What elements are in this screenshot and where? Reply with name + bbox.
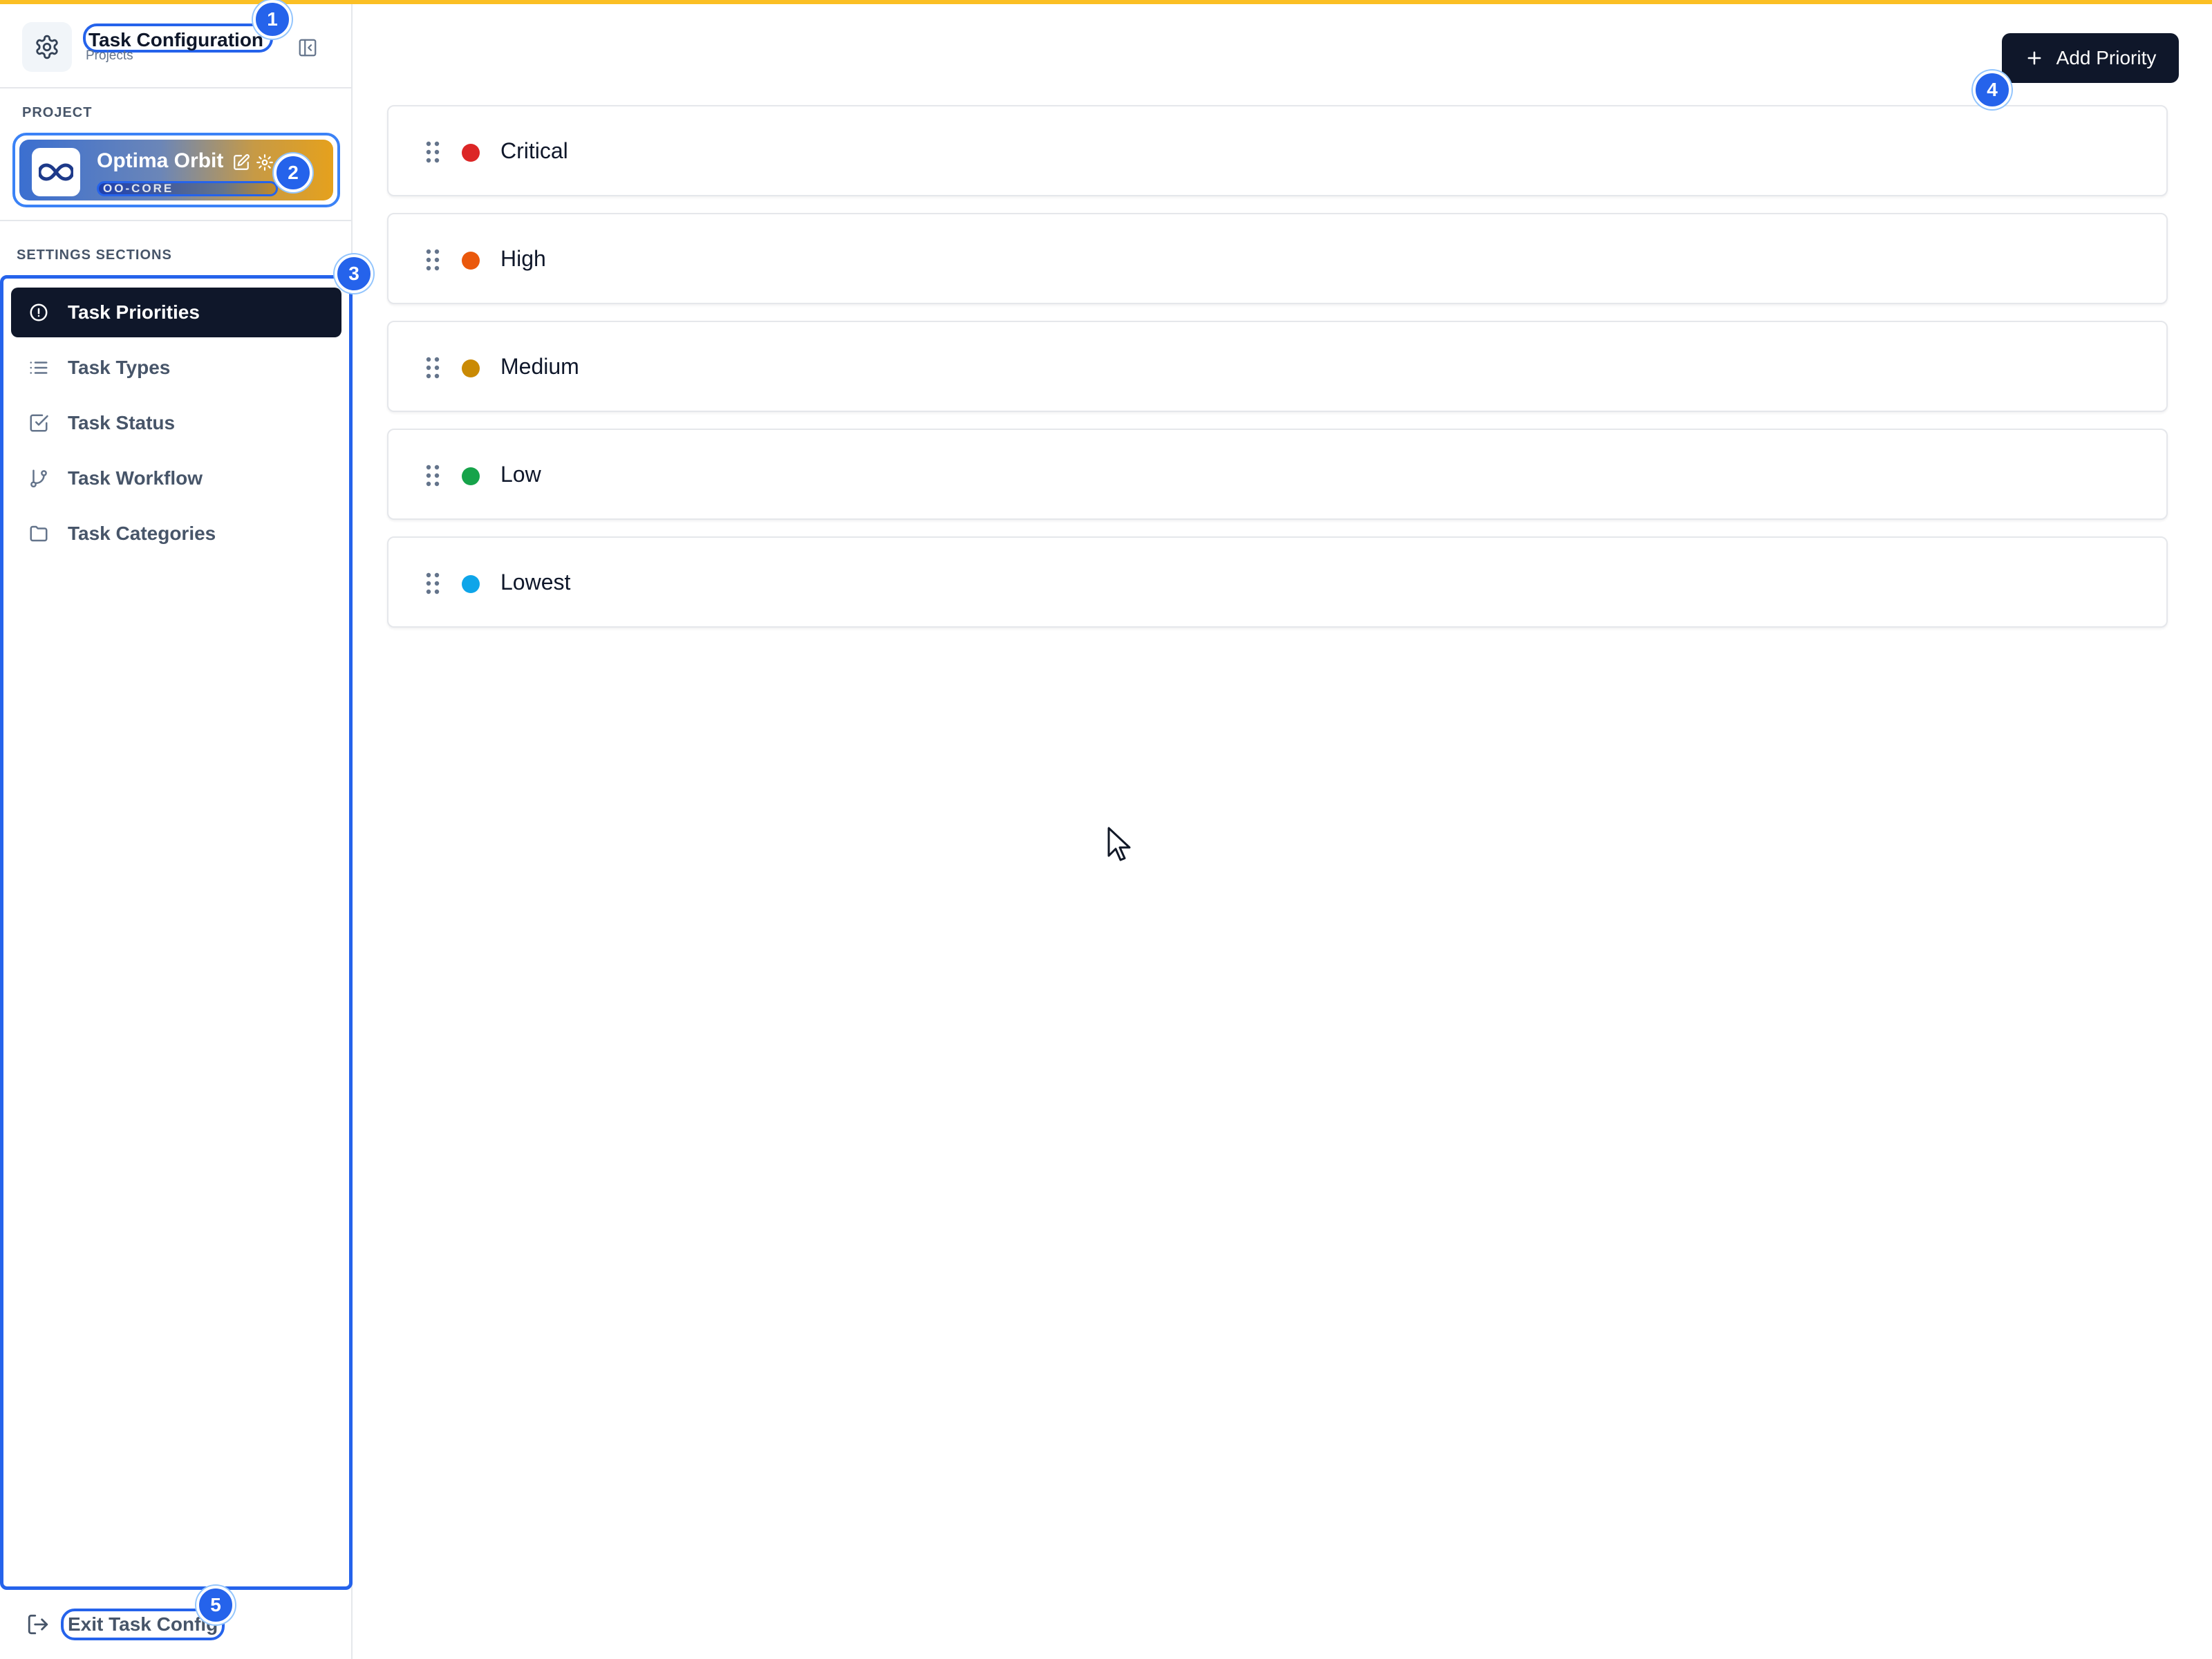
edit-icon[interactable]: [232, 153, 250, 171]
nav-item-task-types[interactable]: Task Types: [11, 343, 341, 393]
project-code-badge: OO-CORE: [97, 181, 278, 196]
exit-task-config-button[interactable]: Exit Task Config: [26, 1605, 225, 1644]
project-name: Optima Orbit: [97, 149, 224, 172]
drag-handle-icon[interactable]: [419, 354, 447, 382]
priority-color-dot: [462, 144, 480, 162]
settings-gear-icon[interactable]: [22, 22, 72, 72]
mouse-cursor-icon: [1107, 827, 1131, 861]
plus-icon: [2027, 51, 2041, 65]
sidebar-header: Task Configuration Projects: [0, 4, 351, 88]
git-branch-icon: [28, 467, 50, 489]
alert-circle-icon: [28, 301, 50, 324]
folder-icon: [28, 523, 50, 545]
annotation-badge-2: 2: [274, 153, 312, 192]
annotation-badge-3: 3: [335, 254, 373, 293]
nav-item-task-categories[interactable]: Task Categories: [11, 509, 341, 559]
nav-item-label: Task Categories: [68, 523, 216, 544]
nav-item-task-status[interactable]: Task Status: [11, 398, 341, 448]
nav-item-label: Task Types: [68, 357, 171, 378]
drag-handle-icon[interactable]: [419, 570, 447, 597]
priority-row-high[interactable]: High: [387, 213, 2168, 304]
settings-sections-label: SETTINGS SECTIONS: [17, 247, 172, 263]
collapse-sidebar-icon[interactable]: [297, 37, 318, 58]
settings-sidebar: Task Configuration Projects PROJECT Opti…: [0, 4, 353, 1659]
drag-handle-icon[interactable]: [419, 138, 447, 166]
log-out-icon: [28, 1614, 48, 1635]
nav-item-label: Task Priorities: [68, 301, 200, 323]
priority-label: Low: [500, 462, 541, 487]
annotation-badge-5: 5: [196, 1586, 235, 1624]
add-priority-label: Add Priority: [2056, 47, 2157, 68]
check-square-icon: [28, 412, 50, 434]
priority-color-dot: [462, 359, 480, 377]
priority-color-dot: [462, 467, 480, 485]
priority-label: Lowest: [500, 570, 571, 594]
project-section-label: PROJECT: [22, 105, 93, 120]
list-icon: [28, 357, 50, 379]
page-subtitle: Projects: [86, 48, 133, 63]
priority-row-lowest[interactable]: Lowest: [387, 536, 2168, 628]
nav-item-task-workflow[interactable]: Task Workflow: [11, 453, 341, 503]
priority-label: High: [500, 246, 546, 271]
annotation-badge-1: 1: [253, 0, 292, 39]
infinity-logo-icon: [32, 148, 80, 196]
priority-color-dot: [462, 575, 480, 593]
drag-handle-icon[interactable]: [419, 246, 447, 274]
priority-row-medium[interactable]: Medium: [387, 321, 2168, 412]
drag-handle-icon[interactable]: [419, 462, 447, 489]
annotation-badge-4: 4: [1973, 71, 2012, 109]
nav-item-label: Task Status: [68, 412, 176, 433]
priority-row-critical[interactable]: Critical: [387, 105, 2168, 196]
project-settings-icon[interactable]: [256, 153, 274, 171]
nav-item-task-priorities[interactable]: Task Priorities: [11, 288, 341, 337]
priority-color-dot: [462, 252, 480, 270]
priority-label: Critical: [500, 138, 568, 163]
priority-row-low[interactable]: Low: [387, 429, 2168, 520]
add-priority-button[interactable]: Add Priority: [2002, 33, 2179, 83]
priority-label: Medium: [500, 354, 579, 379]
nav-item-label: Task Workflow: [68, 467, 203, 489]
sidebar-divider: [0, 220, 351, 221]
